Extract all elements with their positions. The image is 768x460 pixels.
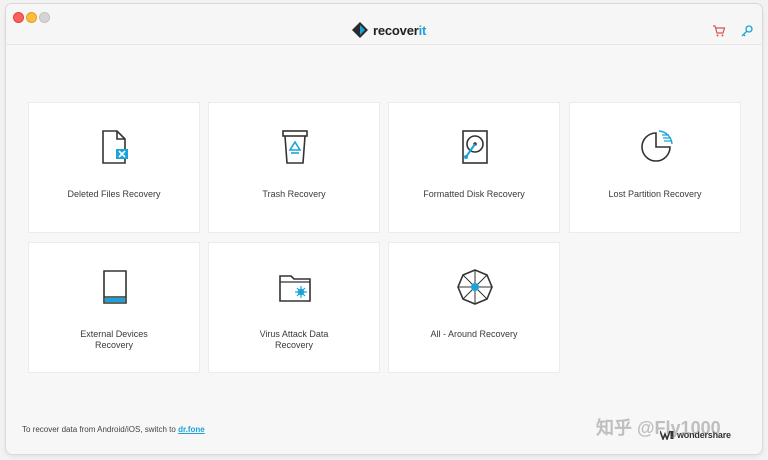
card-all-around-recovery[interactable]: All - Around Recovery	[388, 242, 560, 373]
card-label-line2: Recovery	[94, 340, 133, 350]
card-label: External Devices Recovery	[37, 329, 191, 351]
card-label: Deleted Files Recovery	[67, 189, 161, 199]
card-label-line1: External Devices	[80, 329, 148, 339]
app-window: recoverit Deleted Files Recovery Trash R…	[6, 4, 762, 454]
card-label-line1: Virus Attack Data	[259, 329, 329, 339]
footer-note: To recover data from Android/iOS, switch…	[22, 425, 205, 434]
close-window-button[interactable]	[13, 12, 24, 23]
card-label: Formatted Disk Recovery	[423, 189, 525, 199]
card-label: Trash Recovery	[262, 189, 326, 199]
all-around-icon	[455, 267, 495, 307]
card-external-devices-recovery[interactable]: External Devices Recovery	[28, 242, 200, 373]
card-label-line2: Recovery	[274, 340, 313, 350]
title-bar: recoverit	[6, 4, 762, 45]
trash-icon	[275, 127, 315, 167]
deleted-file-icon	[95, 127, 135, 167]
wondershare-logo-icon	[660, 430, 674, 440]
card-label: Lost Partition Recovery	[608, 189, 702, 199]
card-lost-partition-recovery[interactable]: Lost Partition Recovery	[569, 102, 741, 233]
footer-text: To recover data from Android/iOS, switch…	[22, 425, 179, 434]
recoverit-logo-icon	[352, 22, 368, 38]
cart-icon[interactable]	[712, 24, 726, 38]
card-label: Virus Attack Data Recovery	[217, 329, 371, 351]
drfone-link[interactable]: dr.fone	[178, 425, 205, 434]
partition-icon	[636, 127, 676, 167]
zoom-window-button[interactable]	[39, 12, 50, 23]
hard-disk-icon	[455, 127, 495, 167]
card-trash-recovery[interactable]: Trash Recovery	[208, 102, 380, 233]
card-deleted-files-recovery[interactable]: Deleted Files Recovery	[28, 102, 200, 233]
external-device-icon	[95, 267, 135, 307]
virus-folder-icon	[275, 267, 315, 307]
card-virus-attack-data-recovery[interactable]: Virus Attack Data Recovery	[208, 242, 380, 373]
app-brand: recoverit	[352, 21, 426, 39]
key-icon[interactable]	[740, 24, 754, 38]
card-formatted-disk-recovery[interactable]: Formatted Disk Recovery	[388, 102, 560, 233]
wondershare-logo-text: wondershare	[677, 430, 731, 440]
wondershare-logo: wondershare	[660, 430, 731, 440]
minimize-window-button[interactable]	[26, 12, 37, 23]
card-label: All - Around Recovery	[430, 329, 518, 339]
app-title: recoverit	[373, 22, 427, 38]
